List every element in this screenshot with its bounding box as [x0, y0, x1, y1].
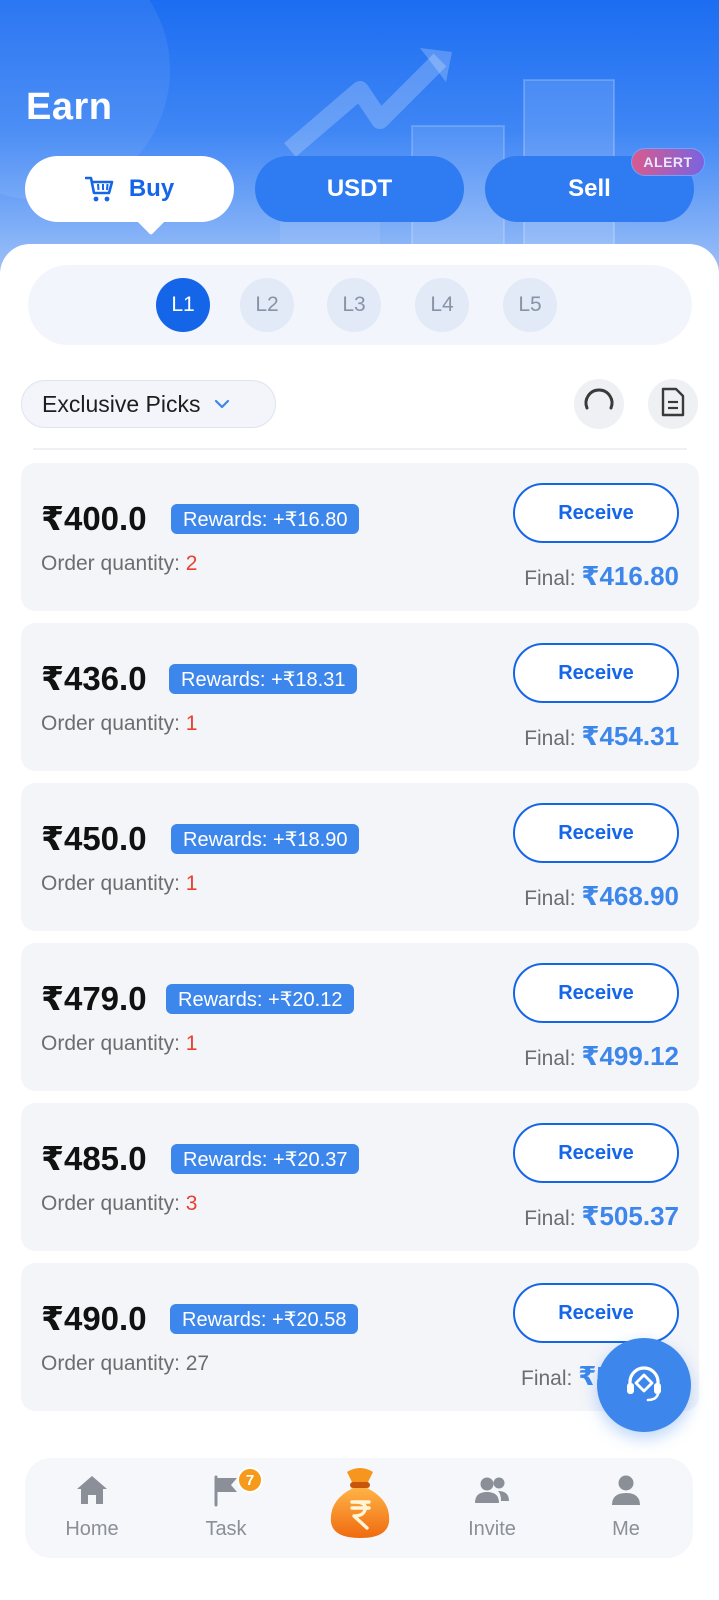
- tab-sell-label: Sell: [568, 175, 611, 202]
- refresh-icon: [581, 384, 617, 425]
- reward-badge: Rewards: +₹20.12: [166, 984, 355, 1014]
- final-amount: Final: ₹416.80: [524, 561, 679, 592]
- person-icon: [610, 1470, 642, 1510]
- reward-badge: Rewards: +₹16.80: [171, 504, 360, 534]
- level-l3[interactable]: L3: [327, 278, 381, 332]
- final-amount: Final: ₹454.31: [524, 721, 679, 752]
- final-amount: Final: ₹468.90: [524, 881, 679, 912]
- final-value: ₹454.31: [581, 721, 679, 751]
- nav-task-label: Task: [205, 1518, 247, 1540]
- order-quantity: Order quantity: 2: [41, 552, 197, 576]
- receive-button[interactable]: Receive: [513, 643, 679, 703]
- level-l1[interactable]: L1: [156, 278, 210, 332]
- order-amount: ₹479.0: [41, 980, 147, 1017]
- order-quantity: Order quantity: 3: [41, 1192, 197, 1216]
- order-quantity-value: 3: [185, 1192, 198, 1215]
- tab-buy[interactable]: Buy: [25, 156, 234, 222]
- final-label: Final:: [524, 567, 582, 590]
- divider: [33, 448, 687, 450]
- receive-button[interactable]: Receive: [513, 803, 679, 863]
- users-icon: [473, 1470, 511, 1510]
- final-value: ₹499.12: [581, 1041, 679, 1071]
- order-amount: ₹400.0: [41, 500, 147, 537]
- reward-badge: Rewards: +₹20.58: [170, 1304, 359, 1334]
- level-l4[interactable]: L4: [415, 278, 469, 332]
- order-quantity-value: 1: [185, 872, 198, 895]
- order-quantity-label: Order quantity:: [41, 1352, 186, 1375]
- order-quantity-label: Order quantity:: [41, 1032, 186, 1055]
- receive-button[interactable]: Receive: [513, 483, 679, 543]
- order-quantity-label: Order quantity:: [41, 872, 186, 895]
- final-label: Final:: [524, 887, 582, 910]
- reward-badge: Rewards: +₹18.31: [169, 664, 358, 694]
- headset-icon: [622, 1361, 666, 1410]
- final-label: Final:: [524, 1047, 582, 1070]
- task-count-badge: 7: [237, 1467, 263, 1493]
- nav-invite-label: Invite: [468, 1518, 516, 1540]
- nav-me[interactable]: Me: [571, 1470, 681, 1550]
- order-quantity: Order quantity: 27: [41, 1352, 209, 1376]
- nav-invite[interactable]: Invite: [437, 1470, 547, 1550]
- tab-buy-label: Buy: [128, 175, 175, 202]
- receive-button[interactable]: Receive: [513, 1123, 679, 1183]
- filter-dropdown[interactable]: Exclusive Picks: [21, 380, 276, 428]
- nav-task[interactable]: 7 Task: [171, 1467, 281, 1550]
- nav-home[interactable]: Home: [37, 1470, 147, 1550]
- order-amount: ₹436.0: [41, 660, 147, 697]
- home-icon: [75, 1470, 109, 1510]
- filter-selected-label: Exclusive Picks: [42, 390, 201, 417]
- customer-support-button[interactable]: [597, 1338, 691, 1432]
- order-quantity-label: Order quantity:: [41, 552, 186, 575]
- order-amount: ₹490.0: [41, 1300, 147, 1337]
- final-amount: Final: ₹505.37: [524, 1201, 679, 1232]
- nav-me-label: Me: [612, 1518, 640, 1540]
- order-quantity: Order quantity: 1: [41, 712, 197, 736]
- document-icon: [660, 387, 686, 422]
- final-label: Final:: [521, 1367, 579, 1390]
- order-quantity-value: 27: [185, 1352, 210, 1375]
- alert-badge: ALERT: [631, 148, 705, 176]
- receive-button[interactable]: Receive: [513, 963, 679, 1023]
- nav-home-label: Home: [65, 1518, 119, 1540]
- order-amount: ₹485.0: [41, 1140, 147, 1177]
- records-button[interactable]: [648, 379, 698, 429]
- level-l2[interactable]: L2: [240, 278, 294, 332]
- order-quantity: Order quantity: 1: [41, 1032, 197, 1056]
- order-quantity-value: 1: [185, 712, 198, 735]
- order-card: ₹450.0 Rewards: +₹18.90 Order quantity: …: [21, 783, 699, 931]
- reward-badge: Rewards: +₹20.37: [171, 1144, 360, 1174]
- order-quantity-label: Order quantity:: [41, 712, 186, 735]
- receive-button[interactable]: Receive: [513, 1283, 679, 1343]
- order-quantity-label: Order quantity:: [41, 1192, 186, 1215]
- order-card: ₹479.0 Rewards: +₹20.12 Order quantity: …: [21, 943, 699, 1091]
- order-card: ₹436.0 Rewards: +₹18.31 Order quantity: …: [21, 623, 699, 771]
- chevron-down-icon: [214, 399, 230, 409]
- reward-badge: Rewards: +₹18.90: [171, 824, 360, 854]
- money-bag-icon: [325, 1468, 395, 1544]
- page-title: Earn: [26, 86, 113, 128]
- final-amount: Final: ₹499.12: [524, 1041, 679, 1072]
- order-amount: ₹450.0: [41, 820, 147, 857]
- nav-earn[interactable]: [325, 1464, 395, 1545]
- tab-usdt-label: USDT: [326, 175, 393, 202]
- final-value: ₹468.90: [581, 881, 679, 911]
- final-value: ₹505.37: [581, 1201, 679, 1231]
- refresh-button[interactable]: [574, 379, 624, 429]
- final-value: ₹416.80: [581, 561, 679, 591]
- cart-icon: [84, 175, 115, 203]
- final-label: Final:: [524, 1207, 582, 1230]
- order-quantity-value: 2: [185, 552, 198, 575]
- order-quantity-value: 1: [185, 1032, 198, 1055]
- final-label: Final:: [524, 727, 582, 750]
- level-l5[interactable]: L5: [503, 278, 557, 332]
- order-card: ₹400.0 Rewards: +₹16.80 Order quantity: …: [21, 463, 699, 611]
- order-card: ₹485.0 Rewards: +₹20.37 Order quantity: …: [21, 1103, 699, 1251]
- tab-usdt[interactable]: USDT: [255, 156, 464, 222]
- order-quantity: Order quantity: 1: [41, 872, 197, 896]
